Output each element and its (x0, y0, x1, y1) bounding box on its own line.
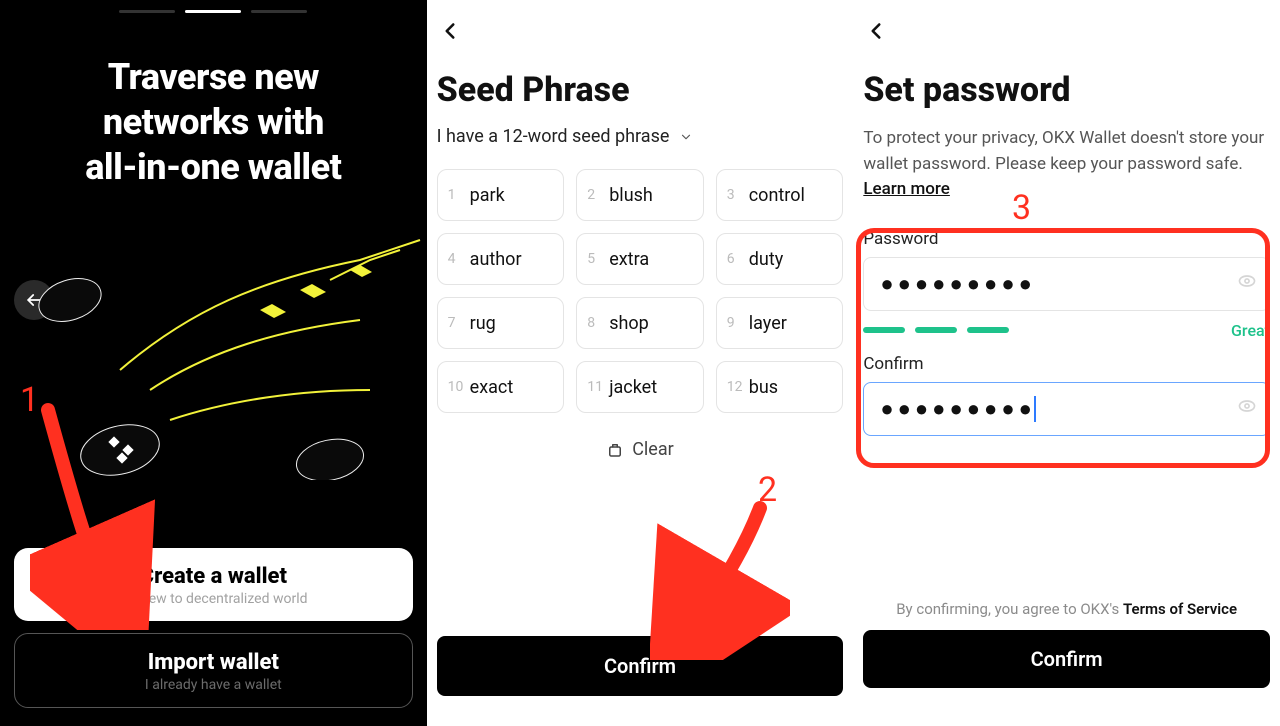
tos-prefix: By confirming, you agree to OKX's (896, 600, 1123, 618)
seed-word: blush (609, 185, 653, 206)
clear-icon (606, 441, 624, 459)
headline-line: all-in-one wallet (30, 145, 397, 190)
seed-word-input[interactable]: 4 author (437, 233, 565, 285)
seed-index: 2 (587, 187, 603, 203)
seed-index: 10 (448, 379, 464, 395)
seed-word: park (470, 185, 505, 206)
seed-word: bus (749, 377, 778, 398)
confirm-label: Confirm (604, 654, 676, 678)
hand-illustration-icon (0, 220, 426, 480)
seed-index: 1 (448, 187, 464, 203)
tos-text: By confirming, you agree to OKX's Terms … (863, 600, 1270, 618)
seed-index: 9 (727, 315, 743, 331)
page-title: Seed Phrase (437, 70, 844, 110)
seed-word: jacket (609, 377, 657, 398)
back-button[interactable] (863, 18, 889, 48)
screen-onboarding: Traverse new networks with all-in-one wa… (0, 0, 427, 726)
seed-word-input[interactable]: 12 bus (716, 361, 844, 413)
learn-more-link[interactable]: Learn more (863, 179, 950, 199)
create-wallet-title: Create a wallet (24, 564, 403, 589)
seed-word-input[interactable]: 5 extra (576, 233, 704, 285)
seed-index: 4 (448, 251, 464, 267)
seed-word: exact (470, 377, 514, 398)
seed-index: 11 (587, 379, 603, 395)
seed-word: author (470, 249, 522, 270)
create-wallet-button[interactable]: Create a wallet I'm new to decentralized… (14, 548, 413, 621)
seed-word: rug (470, 313, 496, 334)
seed-word-input[interactable]: 11 jacket (576, 361, 704, 413)
seed-word: shop (609, 313, 649, 334)
annotation-number: 1 (20, 380, 39, 420)
phrase-length-label: I have a 12-word seed phrase (437, 126, 670, 147)
back-button[interactable] (437, 18, 463, 48)
seed-word: extra (609, 249, 649, 270)
confirm-button[interactable]: Confirm (863, 630, 1270, 688)
screen-seed-phrase: Seed Phrase I have a 12-word seed phrase… (427, 0, 854, 726)
import-wallet-button[interactable]: Import wallet I already have a wallet (14, 633, 413, 708)
seed-word-input[interactable]: 1 park (437, 169, 565, 221)
annotation-box (856, 228, 1270, 468)
seed-index: 7 (448, 315, 464, 331)
chevron-left-icon (863, 18, 889, 44)
seed-word-input[interactable]: 7 rug (437, 297, 565, 349)
description: To protect your privacy, OKX Wallet does… (863, 126, 1270, 203)
seed-index: 12 (727, 379, 743, 395)
seed-index: 8 (587, 315, 603, 331)
clear-label: Clear (632, 439, 674, 460)
seed-grid: 1 park 2 blush 3 control 4 author 5 extra 6 duty 7 ru… (437, 169, 844, 413)
confirm-button[interactable]: Confirm (437, 636, 844, 696)
seed-word-input[interactable]: 3 control (716, 169, 844, 221)
seed-word: duty (749, 249, 783, 270)
seed-word: layer (749, 313, 787, 334)
create-wallet-sub: I'm new to decentralized world (24, 591, 403, 607)
tos-link[interactable]: Terms of Service (1123, 600, 1237, 618)
annotation-number: 3 (1012, 188, 1031, 228)
confirm-btn-label: Confirm (1031, 647, 1103, 671)
seed-word-input[interactable]: 6 duty (716, 233, 844, 285)
hero-illustration (0, 220, 427, 480)
annotation-number: 2 (758, 470, 777, 510)
headline-line: networks with (30, 100, 397, 145)
seed-word-input[interactable]: 2 blush (576, 169, 704, 221)
import-wallet-title: Import wallet (25, 650, 402, 675)
phrase-length-select[interactable]: I have a 12-word seed phrase (437, 126, 844, 147)
seed-word-input[interactable]: 10 exact (437, 361, 565, 413)
description-text: To protect your privacy, OKX Wallet does… (863, 128, 1264, 174)
import-wallet-sub: I already have a wallet (25, 677, 402, 693)
seed-word-input[interactable]: 8 shop (576, 297, 704, 349)
seed-index: 3 (727, 187, 743, 203)
seed-index: 6 (727, 251, 743, 267)
chevron-left-icon (437, 18, 463, 44)
step-indicator (119, 10, 307, 13)
seed-index: 5 (587, 251, 603, 267)
headline-line: Traverse new (30, 55, 397, 100)
seed-word: control (749, 185, 805, 206)
chevron-down-icon (679, 130, 693, 144)
headline: Traverse new networks with all-in-one wa… (0, 55, 427, 190)
seed-word-input[interactable]: 9 layer (716, 297, 844, 349)
clear-button[interactable]: Clear (437, 439, 844, 460)
page-title: Set password (863, 70, 1270, 110)
